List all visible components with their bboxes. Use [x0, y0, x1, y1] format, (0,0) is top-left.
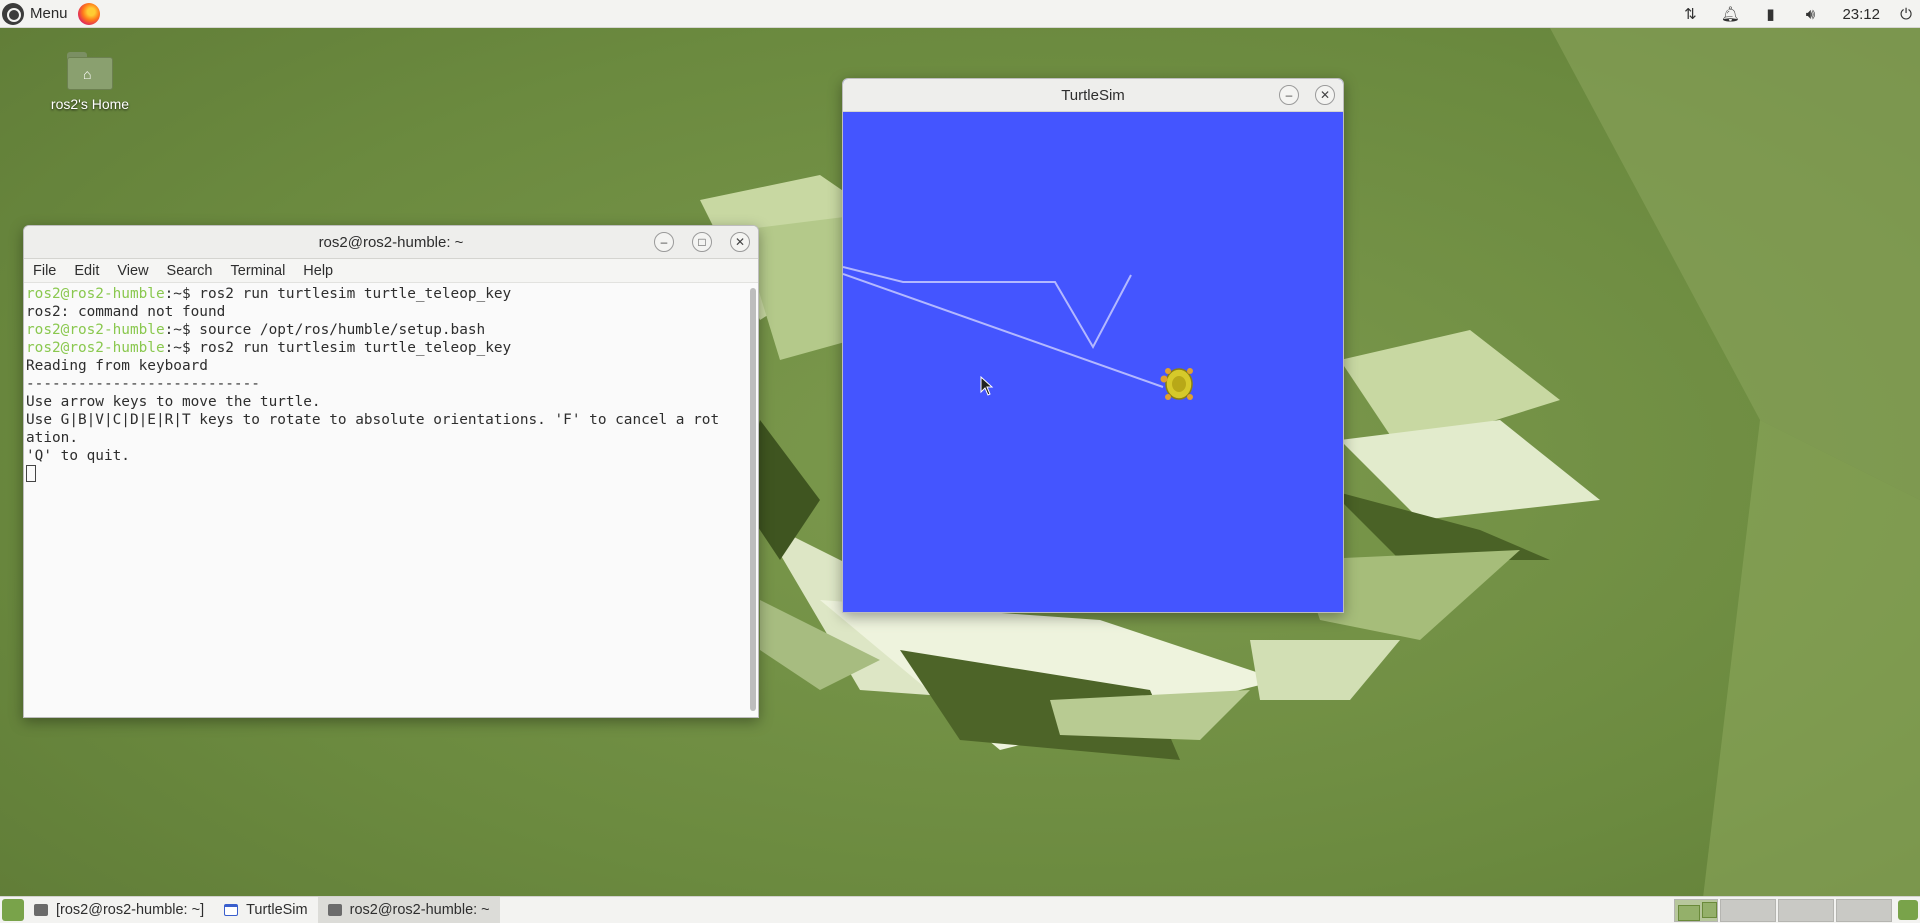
system-tray: ⇅ 🔔︎ ▮ 🔊︎ 23:12 ⏻ [1670, 0, 1920, 28]
terminal-line: Use arrow keys to move the turtle. [26, 394, 321, 410]
menu-help[interactable]: Help [294, 263, 342, 279]
workspace-switcher [1674, 899, 1892, 922]
terminal-line: --------------------------- [26, 376, 260, 392]
text-cursor [26, 465, 36, 482]
trash-icon[interactable] [1898, 900, 1918, 920]
clock[interactable]: 23:12 [1830, 6, 1892, 23]
network-icon[interactable]: ⇅ [1670, 0, 1710, 28]
power-icon[interactable]: ⏻ [1892, 0, 1920, 28]
turtlesim-canvas[interactable] [843, 112, 1343, 612]
firefox-icon[interactable] [77, 2, 100, 25]
minimize-button[interactable]: – [654, 232, 674, 252]
terminal-icon [327, 904, 342, 916]
mint-logo-icon [2, 2, 24, 25]
workspace-2[interactable] [1720, 899, 1776, 922]
menu-label: Menu [30, 5, 68, 22]
workspace-4[interactable] [1836, 899, 1892, 922]
taskbar-item-terminal-1[interactable]: [ros2@ros2-humble: ~] [24, 897, 214, 923]
terminal-line: ros2@ros2-humble:~$ ros2 run turtlesim t… [26, 340, 512, 356]
menu-view[interactable]: View [108, 263, 157, 279]
menu-file[interactable]: File [24, 263, 65, 279]
window-icon [224, 904, 239, 916]
maximize-button[interactable]: □ [692, 232, 712, 252]
menu-edit[interactable]: Edit [65, 263, 108, 279]
battery-icon[interactable]: ▮ [1750, 0, 1790, 28]
turtlesim-title: TurtleSim [1061, 86, 1125, 104]
desktop-home-label: ros2's Home [50, 96, 130, 112]
terminal-scrollbar[interactable] [750, 288, 756, 711]
terminal-output[interactable]: ros2@ros2-humble:~$ ros2 run turtlesim t… [24, 284, 748, 717]
terminal-title: ros2@ros2-humble: ~ [318, 233, 464, 251]
terminal-line: 'Q' to quit. [26, 448, 130, 464]
terminal-line: ros2: command not found [26, 304, 226, 320]
close-button[interactable]: ✕ [730, 232, 750, 252]
terminal-window[interactable]: ros2@ros2-humble: ~ – □ ✕ File Edit View… [23, 225, 759, 718]
terminal-line: ros2@ros2-humble:~$ source /opt/ros/humb… [26, 322, 486, 338]
menu-terminal[interactable]: Terminal [222, 263, 295, 279]
terminal-menubar: File Edit View Search Terminal Help [24, 259, 758, 283]
notification-bell-icon[interactable]: 🔔︎ [1710, 0, 1750, 28]
terminal-line: ation. [26, 430, 78, 446]
menu-button[interactable]: Menu [0, 0, 72, 28]
terminal-line [26, 465, 746, 484]
show-desktop-icon[interactable] [2, 899, 24, 921]
terminal-icon [34, 904, 48, 916]
terminal-line: Reading from keyboard [26, 358, 208, 374]
terminal-line: ros2@ros2-humble:~$ ros2 run turtlesim t… [26, 286, 512, 302]
terminal-titlebar[interactable]: ros2@ros2-humble: ~ – □ ✕ [24, 226, 758, 259]
turtlesim-window[interactable]: TurtleSim – ✕ [842, 78, 1344, 613]
workspace-1[interactable] [1674, 899, 1718, 922]
mouse-pointer-icon [980, 376, 994, 396]
home-folder-icon: ⌂ [67, 50, 113, 90]
bottom-panel: [ros2@ros2-humble: ~] TurtleSim ros2@ros… [0, 896, 1920, 923]
top-panel: Menu ⇅ 🔔︎ ▮ 🔊︎ 23:12 ⏻ [0, 0, 1920, 28]
close-button[interactable]: ✕ [1315, 85, 1335, 105]
taskbar-item-turtlesim[interactable]: TurtleSim [214, 897, 318, 923]
taskbar-item-terminal-2[interactable]: ros2@ros2-humble: ~ [317, 896, 500, 923]
workspace-3[interactable] [1778, 899, 1834, 922]
menu-search[interactable]: Search [158, 263, 222, 279]
terminal-line: Use G|B|V|C|D|E|R|T keys to rotate to ab… [26, 412, 720, 428]
turtlesim-titlebar[interactable]: TurtleSim – ✕ [843, 79, 1343, 112]
minimize-button[interactable]: – [1279, 85, 1299, 105]
desktop-home-folder[interactable]: ⌂ ros2's Home [40, 50, 140, 112]
volume-icon[interactable]: 🔊︎ [1790, 0, 1830, 28]
